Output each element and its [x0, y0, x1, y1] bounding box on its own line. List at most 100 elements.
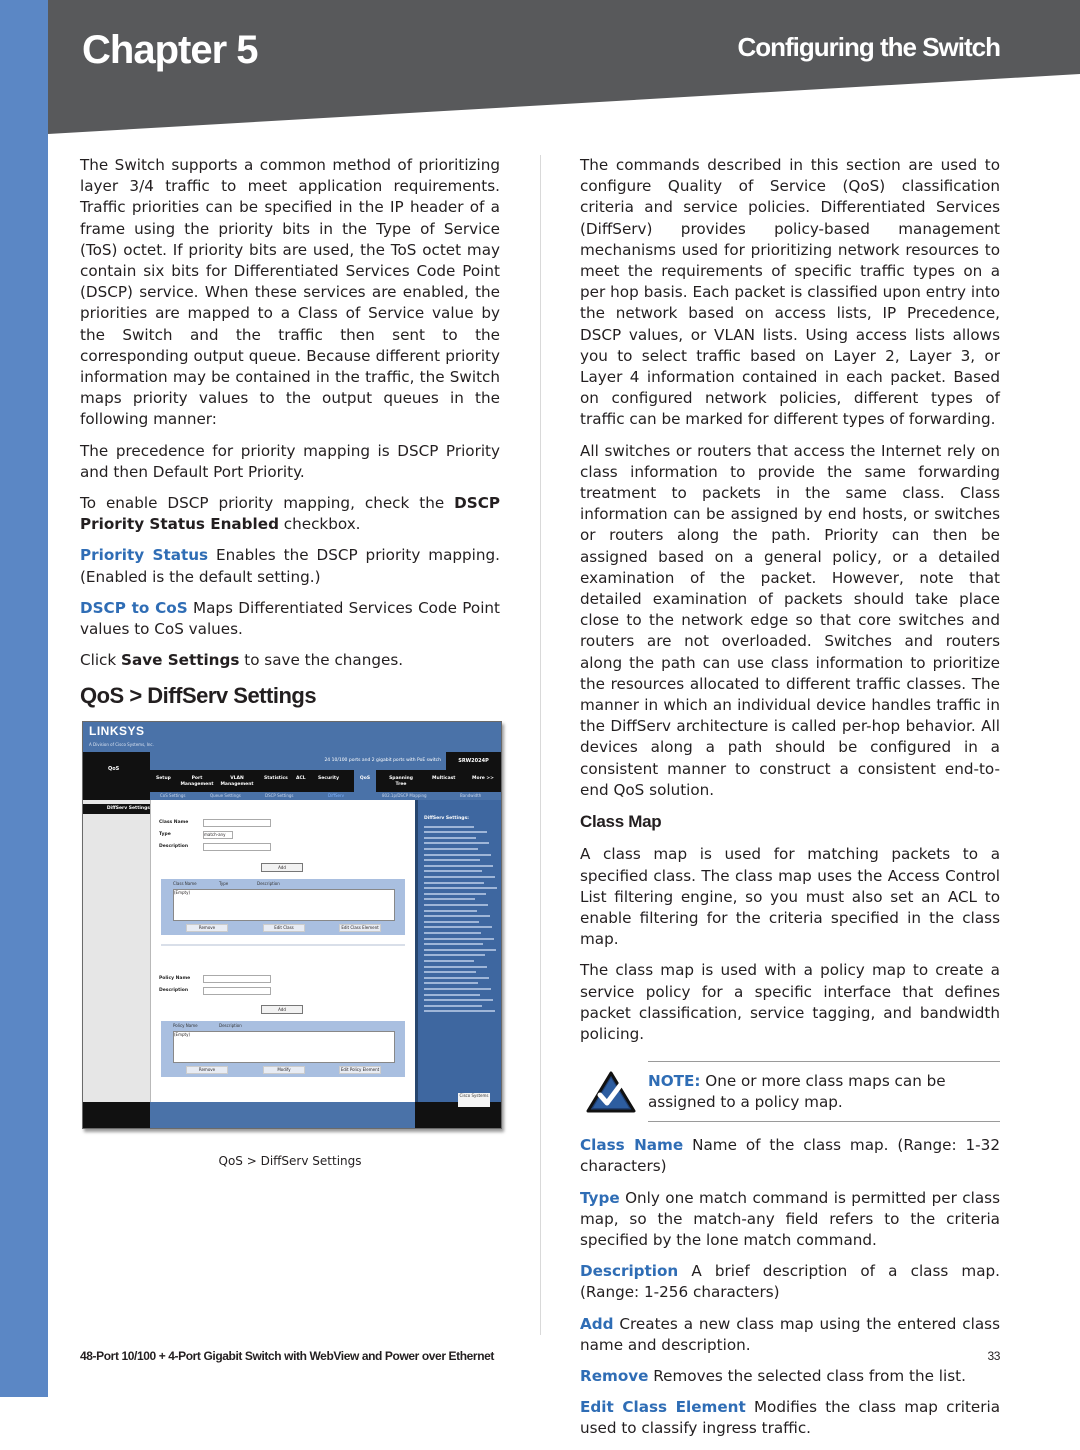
note-label: NOTE:	[648, 1072, 701, 1091]
col-header: Description	[219, 1022, 242, 1028]
definition-description: Description A brief description of a cla…	[580, 1261, 1000, 1303]
help-text-line	[424, 836, 476, 839]
page-number: 33	[987, 1349, 1000, 1363]
footer-bar-middle	[150, 1101, 415, 1128]
definition: Removes the selected class from the list…	[648, 1366, 966, 1385]
definition-edit-class-element: Edit Class Element Modifies the class ma…	[580, 1397, 1000, 1439]
help-text-line	[424, 976, 489, 979]
screenshot-main: Class Name Type match-any Description Ad…	[151, 799, 415, 1102]
intro-paragraph: The Switch supports a common method of p…	[80, 156, 500, 429]
save-paragraph: Click Save Settings to save the changes.	[80, 650, 500, 671]
tab-setup[interactable]: Setup	[156, 776, 171, 782]
col-header: Class Name	[173, 880, 197, 886]
help-text-line	[424, 864, 493, 867]
help-text-line	[424, 943, 483, 946]
save-bold: Save Settings	[121, 651, 240, 670]
class-list[interactable]: (Empty)	[173, 888, 395, 921]
tab-security[interactable]: Security	[318, 776, 339, 782]
term: Class Name	[580, 1136, 684, 1155]
modify-policy-button[interactable]: Modify	[263, 1065, 305, 1074]
policy-description-label: Description	[159, 987, 189, 993]
help-text-line	[424, 988, 491, 991]
subtab-bandwidth[interactable]: Bandwidth	[460, 793, 481, 799]
subtab-diffserv[interactable]: DiffServ	[328, 793, 344, 799]
tab-multicast[interactable]: Multicast	[432, 776, 455, 782]
help-text-line	[424, 993, 480, 996]
col-header: Description	[257, 880, 280, 886]
remove-class-button[interactable]: Remove	[186, 923, 228, 932]
right-column: The commands described in this section a…	[580, 155, 1000, 1450]
help-text-line	[424, 926, 492, 929]
help-text-line	[424, 1004, 482, 1007]
help-text-line	[424, 920, 479, 923]
banner-text: 24 10/100 ports and 2 gigabit ports with…	[324, 757, 441, 763]
help-text-line	[424, 876, 495, 879]
diffserv-intro-paragraph: The commands described in this section a…	[580, 156, 1000, 429]
policy-name-label: Policy Name	[159, 975, 191, 981]
screenshot-sidebar	[83, 799, 151, 1102]
diffserv-screenshot: LINKSYS A Division of Cisco Systems, Inc…	[82, 720, 502, 1129]
tab-vlan-management[interactable]: VLAN Management	[220, 776, 254, 788]
help-text-line	[424, 915, 490, 918]
class-map-paragraph-2: The class map is used with a policy map …	[580, 961, 1000, 1043]
policy-list[interactable]: (Empty)	[173, 1030, 395, 1063]
help-text-line	[424, 909, 477, 912]
subtab-mapping[interactable]: 802.1p/DSCP Mapping	[382, 793, 427, 799]
policy-description-input[interactable]	[203, 986, 271, 995]
section-heading: QoS > DiffServ Settings	[80, 683, 317, 709]
enable-paragraph: To enable DSCP priority mapping, check t…	[80, 493, 500, 535]
subtab-queue[interactable]: Queue Settings	[210, 793, 241, 799]
help-panel: DiffServ Settings:	[415, 799, 501, 1102]
definition: Creates a new class map using the entere…	[580, 1314, 1000, 1354]
class-name-input[interactable]	[203, 818, 271, 827]
subtab-cos[interactable]: CoS Settings	[160, 793, 185, 799]
tab-port-management[interactable]: Port Management	[180, 776, 214, 788]
tab-more[interactable]: More >>	[472, 776, 494, 782]
help-text-line	[424, 898, 475, 901]
help-text-line	[424, 892, 486, 895]
chapter-title: Chapter 5	[82, 28, 258, 72]
tab-statistics[interactable]: Statistics	[264, 776, 288, 782]
help-text-line	[424, 887, 497, 890]
help-text-line	[424, 831, 487, 834]
definition-type: Type Only one match command is permitted…	[580, 1188, 1000, 1252]
class-map-heading: Class Map	[580, 812, 662, 832]
add-class-button[interactable]: Add	[261, 862, 303, 872]
type-select[interactable]: match-any	[203, 830, 233, 839]
tab-acl[interactable]: ACL	[296, 776, 306, 782]
definition-dscp-to-cos: DSCP to CoS Maps Differentiated Services…	[80, 598, 500, 640]
policy-name-input[interactable]	[203, 974, 271, 983]
help-text-line	[424, 960, 474, 963]
help-text-line	[424, 954, 485, 957]
note-bottom-rule	[648, 1121, 1000, 1123]
description-label: Description	[159, 843, 189, 849]
class-info-paragraph: All switches or routers that access the …	[580, 441, 1000, 799]
precedence-paragraph: The precedence for priority mapping is D…	[80, 441, 500, 481]
figure-caption: QoS > DiffServ Settings	[218, 1153, 362, 1168]
save-text: Click	[80, 651, 122, 670]
policy-list-panel: Policy Name Description (Empty) Remove M…	[161, 1020, 405, 1077]
cisco-logo: Cisco Systems	[458, 1092, 490, 1107]
tab-spanning-tree[interactable]: Spanning Tree	[386, 776, 416, 788]
help-text-line	[424, 848, 478, 851]
note-top-rule	[648, 1061, 1000, 1063]
description-input[interactable]	[203, 842, 271, 851]
edit-class-element-button[interactable]: Edit Class Element	[339, 923, 381, 932]
column-divider	[540, 155, 541, 1335]
subtab-dscp[interactable]: DSCP Settings	[265, 793, 294, 799]
model-name: SRW2024P	[446, 751, 501, 770]
section-separator	[161, 943, 405, 946]
term: Description	[580, 1262, 679, 1281]
remove-policy-button[interactable]: Remove	[186, 1065, 228, 1074]
help-text-line	[424, 881, 484, 884]
edit-policy-element-button[interactable]: Edit Policy Element	[339, 1065, 381, 1074]
sidebar-diffserv-settings: DiffServ Settings	[83, 803, 150, 814]
tab-qos[interactable]: QoS	[354, 765, 376, 792]
help-text-line	[424, 932, 481, 935]
class-name-label: Class Name	[159, 819, 189, 825]
help-text-line	[424, 1010, 495, 1013]
help-text-line	[424, 948, 496, 951]
add-policy-button[interactable]: Add	[261, 1004, 303, 1014]
edit-class-button[interactable]: Edit Class	[263, 923, 305, 932]
col-header: Policy Name	[173, 1022, 198, 1028]
